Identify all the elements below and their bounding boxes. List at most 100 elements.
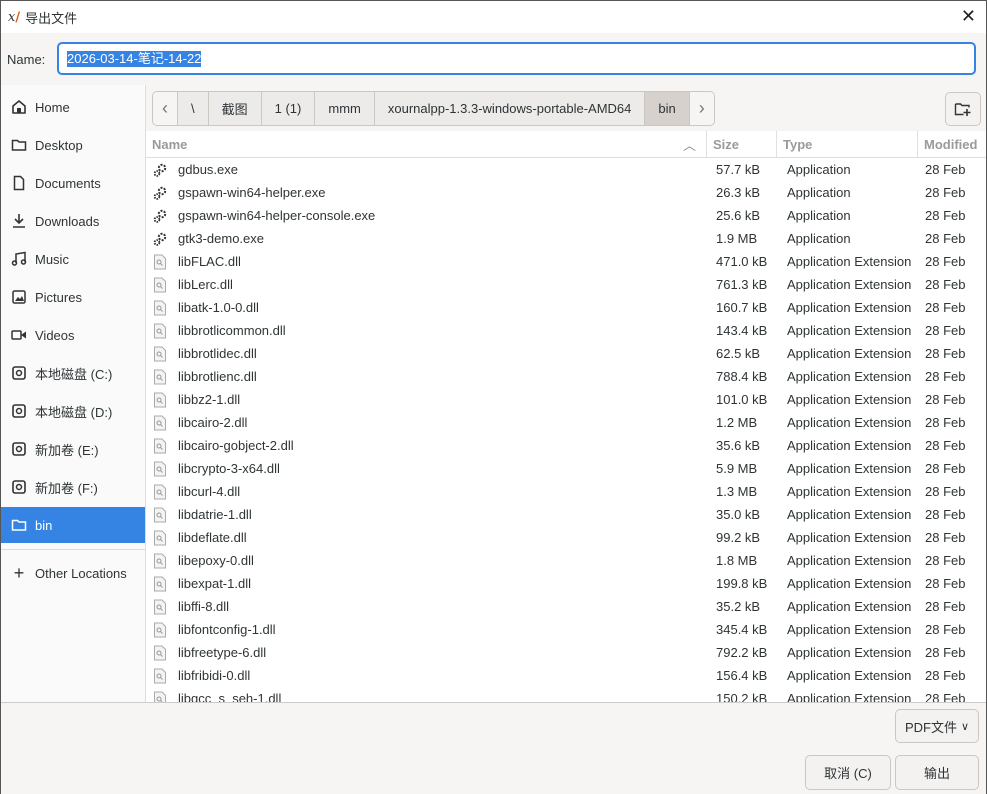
file-type: Application [787,185,851,200]
file-name: libgcc_s_seh-1.dll [178,691,282,702]
file-name-cell: libfontconfig-1.dll [152,618,276,641]
file-row[interactable]: libFLAC.dll 471.0 kB Application Extension… [146,250,986,273]
export-button[interactable]: 输出 [895,755,979,790]
sidebar-item-music[interactable]: Music [1,241,145,277]
executable-icon [152,208,168,224]
file-row[interactable]: libfreetype-6.dll 792.2 kB Application Ext… [146,641,986,664]
file-name-cell: libcrypto-3-x64.dll [152,457,280,480]
file-row[interactable]: libdatrie-1.dll 35.0 kB Application Extens… [146,503,986,526]
path-segment[interactable]: xournalpp-1.3.3-windows-portable-AMD64 [375,92,646,125]
file-row[interactable]: gdbus.exe 57.7 kB Application 28 Feb [146,158,986,181]
file-type-filter[interactable]: PDF文件 ∨ [895,709,979,743]
path-segment[interactable]: \ [178,92,209,125]
file-name-cell: gtk3-demo.exe [152,227,264,250]
sidebar-item-bin[interactable]: bin [1,507,145,543]
file-row[interactable]: libatk-1.0-0.dll 160.7 kB Application Exte… [146,296,986,319]
file-row[interactable]: libbrotlidec.dll 62.5 kB Application Exten… [146,342,986,365]
sidebar-item-videos[interactable]: Videos [1,317,145,353]
file-name-cell: libcairo-gobject-2.dll [152,434,294,457]
path-segment[interactable]: bin [645,92,690,125]
sidebar-item-pictures[interactable]: Pictures [1,279,145,315]
sidebar-item-desktop[interactable]: Desktop [1,127,145,163]
file-row[interactable]: gtk3-demo.exe 1.9 MB Application 28 Feb [146,227,986,250]
sidebar-item-label: Pictures [35,289,82,305]
file-modified: 28 Feb [925,208,966,223]
file-modified: 28 Feb [925,323,966,338]
file-row[interactable]: libcurl-4.dll 1.3 MB Application Extension… [146,480,986,503]
column-type[interactable]: Type [777,131,918,157]
library-file-icon [152,254,168,270]
file-row[interactable]: libffi-8.dll 35.2 kB Application Extension… [146,595,986,618]
file-row[interactable]: libbrotlicommon.dll 143.4 kB Application E… [146,319,986,342]
library-file-icon [152,438,168,454]
file-row[interactable]: libepoxy-0.dll 1.8 MB Application Extensio… [146,549,986,572]
file-row[interactable]: libgcc_s_seh-1.dll 150.2 kB Application Ex… [146,687,986,702]
file-name: libexpat-1.dll [178,576,251,591]
file-modified: 28 Feb [925,392,966,407]
file-name-cell: libdeflate.dll [152,526,247,549]
sidebar-item-c[interactable]: 本地磁盘 (C:) [1,355,145,391]
column-size[interactable]: Size [707,131,777,157]
sidebar: + Other Locations Home Desktop Documents Do… [1,85,146,702]
sidebar-item-label: bin [35,517,53,533]
name-input[interactable]: 2026-03-14-笔记-14-22 [57,42,976,75]
file-row[interactable]: libexpat-1.dll 199.8 kB Application Extens… [146,572,986,595]
file-name-cell: libFLAC.dll [152,250,241,273]
file-name: libatk-1.0-0.dll [178,300,259,315]
close-icon[interactable]: ✕ [961,6,976,27]
file-size: 1.2 MB [716,415,758,430]
file-name: libcairo-gobject-2.dll [178,438,294,453]
path-segment[interactable]: mmm [315,92,375,125]
file-modified: 28 Feb [925,484,966,499]
chevron-left-icon: ‹ [162,98,168,118]
file-row[interactable]: libcairo-2.dll 1.2 MB Application Extensio… [146,411,986,434]
file-name: libcrypto-3-x64.dll [178,461,280,476]
path-forward-button[interactable]: › [689,92,714,125]
path-segment[interactable]: 截图 [209,92,262,125]
sidebar-item-downloads[interactable]: Downloads [1,203,145,239]
cancel-button[interactable]: 取消 (C) [805,755,891,790]
library-file-icon [152,300,168,316]
file-name: libFLAC.dll [178,254,241,269]
drive-icon [11,365,27,381]
file-type: Application Extension [787,645,912,660]
file-row[interactable]: libbrotlienc.dll 788.4 kB Application Exte… [146,365,986,388]
file-name: libbrotlienc.dll [178,369,257,384]
sidebar-item-d[interactable]: 本地磁盘 (D:) [1,393,145,429]
file-row[interactable]: libfontconfig-1.dll 345.4 kB Application E… [146,618,986,641]
file-name: libdatrie-1.dll [178,507,252,522]
file-row[interactable]: libLerc.dll 761.3 kB Application Extension… [146,273,986,296]
file-size: 471.0 kB [716,254,768,269]
file-type: Application Extension [787,507,912,522]
file-name-cell: libcairo-2.dll [152,411,247,434]
column-name[interactable]: Name ︿ [146,131,707,157]
path-segment[interactable]: 1 (1) [262,92,316,125]
file-name-cell: libbrotlienc.dll [152,365,257,388]
sidebar-item-other-locations[interactable]: + Other Locations [1,555,145,591]
sidebar-item-documents[interactable]: Documents [1,165,145,201]
column-header: Name ︿ Size Type Modified [146,131,986,158]
path-back-button[interactable]: ‹ [153,92,178,125]
sidebar-item-home[interactable]: Home [1,89,145,125]
library-file-icon [152,530,168,546]
file-browser: ‹ \ 截图 1 (1) mmm xournalpp-1.3.3-windows-port… [146,85,986,702]
file-row[interactable]: libbz2-1.dll 101.0 kB Application Extensio… [146,388,986,411]
file-name: libffi-8.dll [178,599,230,614]
file-row[interactable]: libcrypto-3-x64.dll 5.9 MB Application Ext… [146,457,986,480]
file-row[interactable]: gspawn-win64-helper.exe 26.3 kB Applicatio… [146,181,986,204]
sidebar-item-f[interactable]: 新加卷 (F:) [1,469,145,505]
new-folder-button[interactable] [945,92,981,126]
file-row[interactable]: libcairo-gobject-2.dll 35.6 kB Application… [146,434,986,457]
file-name-cell: libfreetype-6.dll [152,641,266,664]
file-modified: 28 Feb [925,691,966,702]
file-row[interactable]: libfribidi-0.dll 156.4 kB Application Exte… [146,664,986,687]
file-name: gspawn-win64-helper-console.exe [178,208,376,223]
file-size: 26.3 kB [716,185,761,200]
column-modified[interactable]: Modified [918,131,986,157]
column-type-label: Type [783,136,813,152]
file-row[interactable]: libdeflate.dll 99.2 kB Application Extensi… [146,526,986,549]
file-row[interactable]: gspawn-win64-helper-console.exe 25.6 kB Ap… [146,204,986,227]
window-title: 导出文件 [25,10,78,26]
file-size: 35.0 kB [716,507,761,522]
sidebar-item-e[interactable]: 新加卷 (E:) [1,431,145,467]
